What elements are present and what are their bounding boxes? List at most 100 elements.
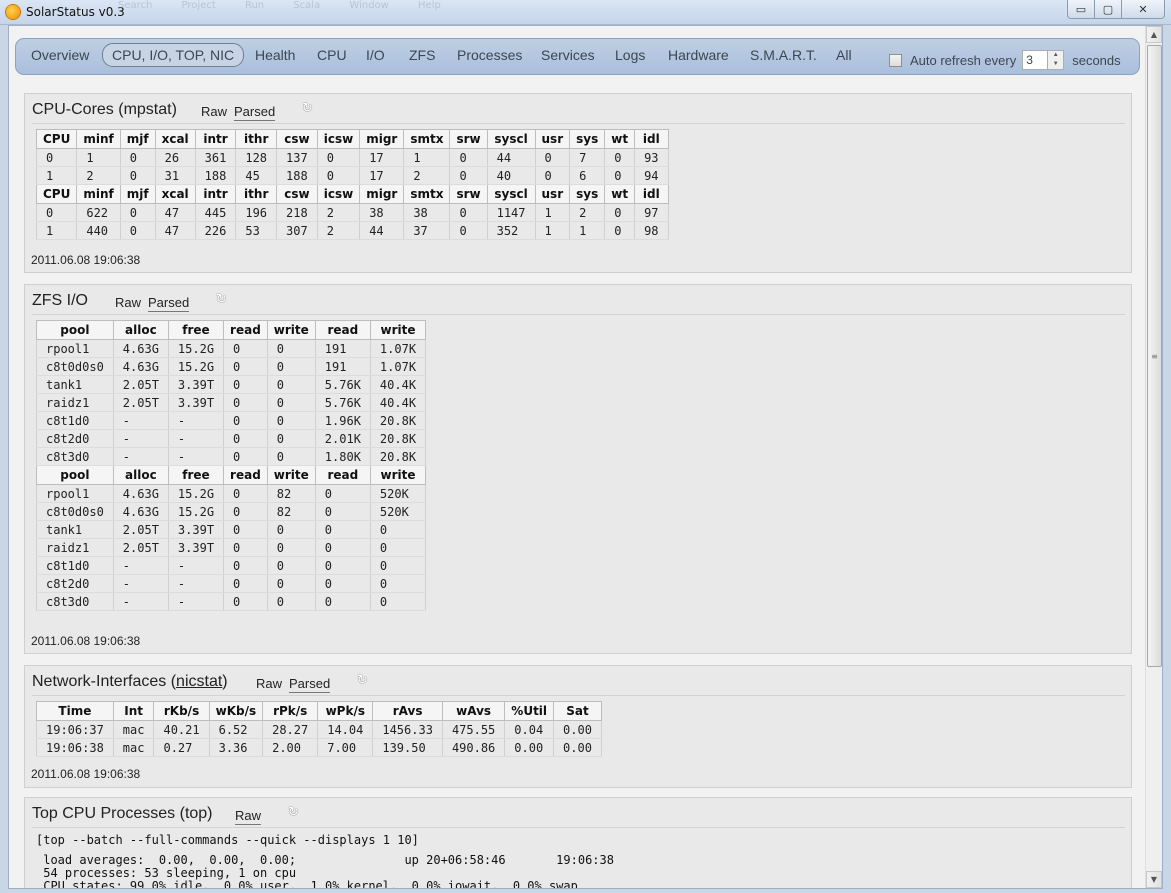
table-cell: 7 (569, 148, 606, 167)
tab-zfs[interactable]: ZFS (409, 47, 435, 63)
table-cell: 0 (369, 574, 427, 593)
refresh-icon[interactable]: ↻ (302, 102, 316, 116)
tab-services[interactable]: Services (541, 47, 595, 63)
table-cell: 0 (266, 447, 316, 466)
tab-cpu[interactable]: CPU (317, 47, 347, 63)
table-cell: 2 (316, 203, 361, 222)
table-cell: 0 (449, 148, 488, 167)
column-header: mjf (119, 129, 156, 149)
table-cell: 0 (223, 574, 268, 593)
table-cell: 352 (486, 221, 536, 240)
table-cell: 0 (604, 203, 636, 222)
table-cell: 93 (634, 148, 669, 167)
table-cell: tank1 (36, 520, 114, 539)
table-cell: 15.2G (167, 502, 225, 521)
table-cell: 1456.33 (372, 720, 443, 739)
minimize-button[interactable]: ▭ (1067, 0, 1095, 19)
parsed-toggle[interactable]: Parsed (234, 104, 276, 121)
tab-all[interactable]: All (836, 47, 852, 63)
column-header: sys (569, 129, 606, 149)
tab-logs[interactable]: Logs (615, 47, 645, 63)
network-interfaces-panel: Network-Interfaces (nicstat) Raw Parsed … (24, 665, 1132, 788)
column-header: usr (534, 129, 571, 149)
tab-cpu-io-top-nic[interactable]: CPU, I/O, TOP, NIC (102, 43, 245, 67)
table-cell: 0 (449, 221, 488, 240)
maximize-button[interactable]: ▢ (1094, 0, 1122, 19)
nicstat-link[interactable]: nicstat (176, 673, 222, 690)
table-cell: 38 (403, 203, 451, 222)
tab-smart[interactable]: S.M.A.R.T. (750, 47, 817, 63)
tab-overview[interactable]: Overview (31, 47, 89, 63)
table-cell: 4.63G (112, 502, 169, 521)
parsed-toggle[interactable]: Parsed (148, 295, 190, 312)
refresh-interval-input[interactable]: 3 (1022, 50, 1049, 70)
column-header: free (167, 465, 225, 485)
table-cell: 2.01K (314, 429, 371, 448)
column-header: idl (634, 129, 669, 149)
scroll-up-icon[interactable]: ▲ (1146, 26, 1162, 43)
table-cell: 0 (223, 339, 268, 358)
column-header: write (369, 465, 427, 485)
table-cell: raidz1 (36, 393, 114, 412)
column-header: pool (36, 320, 114, 340)
table-cell: 0 (223, 520, 268, 539)
header-row: CPU minf mjf xcal intr ithr csw icsw migr smtx srw… (35, 184, 669, 204)
table-cell: 1 (403, 148, 451, 167)
refresh-interval-stepper[interactable]: 3 ▲ ▼ (1022, 50, 1065, 70)
table-cell: 40 (486, 166, 536, 185)
table-cell: 40.4K (369, 375, 427, 394)
table-cell: 0 (369, 520, 427, 539)
raw-toggle[interactable]: Raw (256, 676, 282, 691)
close-button[interactable]: ✕ (1121, 0, 1165, 19)
column-header: wPk/s (317, 701, 374, 721)
table-cell: 97 (634, 203, 669, 222)
tab-bar: Overview CPU, I/O, TOP, NIC Health CPU I… (15, 38, 1140, 75)
raw-toggle[interactable]: Raw (201, 104, 227, 119)
column-header: rKb/s (153, 701, 210, 721)
parsed-toggle[interactable]: Parsed (289, 676, 331, 693)
table-cell: 1 (534, 221, 571, 240)
table-cell: 28.27 (262, 720, 319, 739)
scroll-down-icon[interactable]: ▼ (1146, 871, 1162, 888)
table-row: c8t2d0- -0 0 2.01K 20.8K (36, 429, 427, 448)
raw-toggle[interactable]: Raw (115, 295, 141, 310)
stepper-down-icon[interactable]: ▼ (1048, 60, 1063, 69)
panel-title: ZFS I/O (32, 292, 88, 309)
refresh-icon[interactable]: ↻ (357, 674, 371, 688)
table-cell: 0 (266, 375, 316, 394)
table-cell: 20.8K (369, 411, 427, 430)
table-cell: 0.04 (504, 720, 555, 739)
vertical-scrollbar[interactable]: ▲ ≡ ▼ (1145, 26, 1162, 888)
table-cell: 0 (314, 484, 371, 503)
column-header: read (223, 320, 268, 340)
table-cell: 15.2G (167, 339, 225, 358)
tab-hardware[interactable]: Hardware (668, 47, 729, 63)
table-cell: 0 (119, 221, 156, 240)
tab-processes[interactable]: Processes (457, 47, 522, 63)
table-cell: 218 (276, 203, 318, 222)
column-header: free (167, 320, 225, 340)
table-cell: 20.8K (369, 429, 427, 448)
stepper-up-icon[interactable]: ▲ (1048, 51, 1063, 60)
table-cell: 520K (369, 484, 427, 503)
table-cell: 1147 (486, 203, 536, 222)
auto-refresh-checkbox[interactable] (889, 53, 902, 67)
scroll-thumb[interactable]: ≡ (1147, 45, 1162, 667)
table-cell: 622 (76, 203, 121, 222)
column-header: intr (194, 184, 237, 204)
timestamp: 2011.06.08 19:06:38 (31, 253, 141, 267)
tab-health[interactable]: Health (255, 47, 295, 63)
refresh-icon[interactable]: ↻ (288, 806, 302, 820)
table-cell: 2.05T (112, 538, 169, 557)
table-cell: - (167, 556, 225, 575)
column-header: smtx (403, 129, 451, 149)
table-row: raidz1 2.05T 3.39T 0 0 5.76K 40.4K (36, 393, 427, 412)
column-header: icsw (316, 184, 361, 204)
table-row: c8t3d0- -0 0 1.80K 20.8K (36, 447, 427, 466)
column-header: csw (276, 129, 318, 149)
tab-io[interactable]: I/O (366, 47, 385, 63)
refresh-icon[interactable]: ↻ (216, 293, 230, 307)
table-cell: 3.36 (208, 738, 264, 757)
raw-toggle[interactable]: Raw (235, 808, 262, 825)
table-cell: 0.00 (553, 720, 602, 739)
